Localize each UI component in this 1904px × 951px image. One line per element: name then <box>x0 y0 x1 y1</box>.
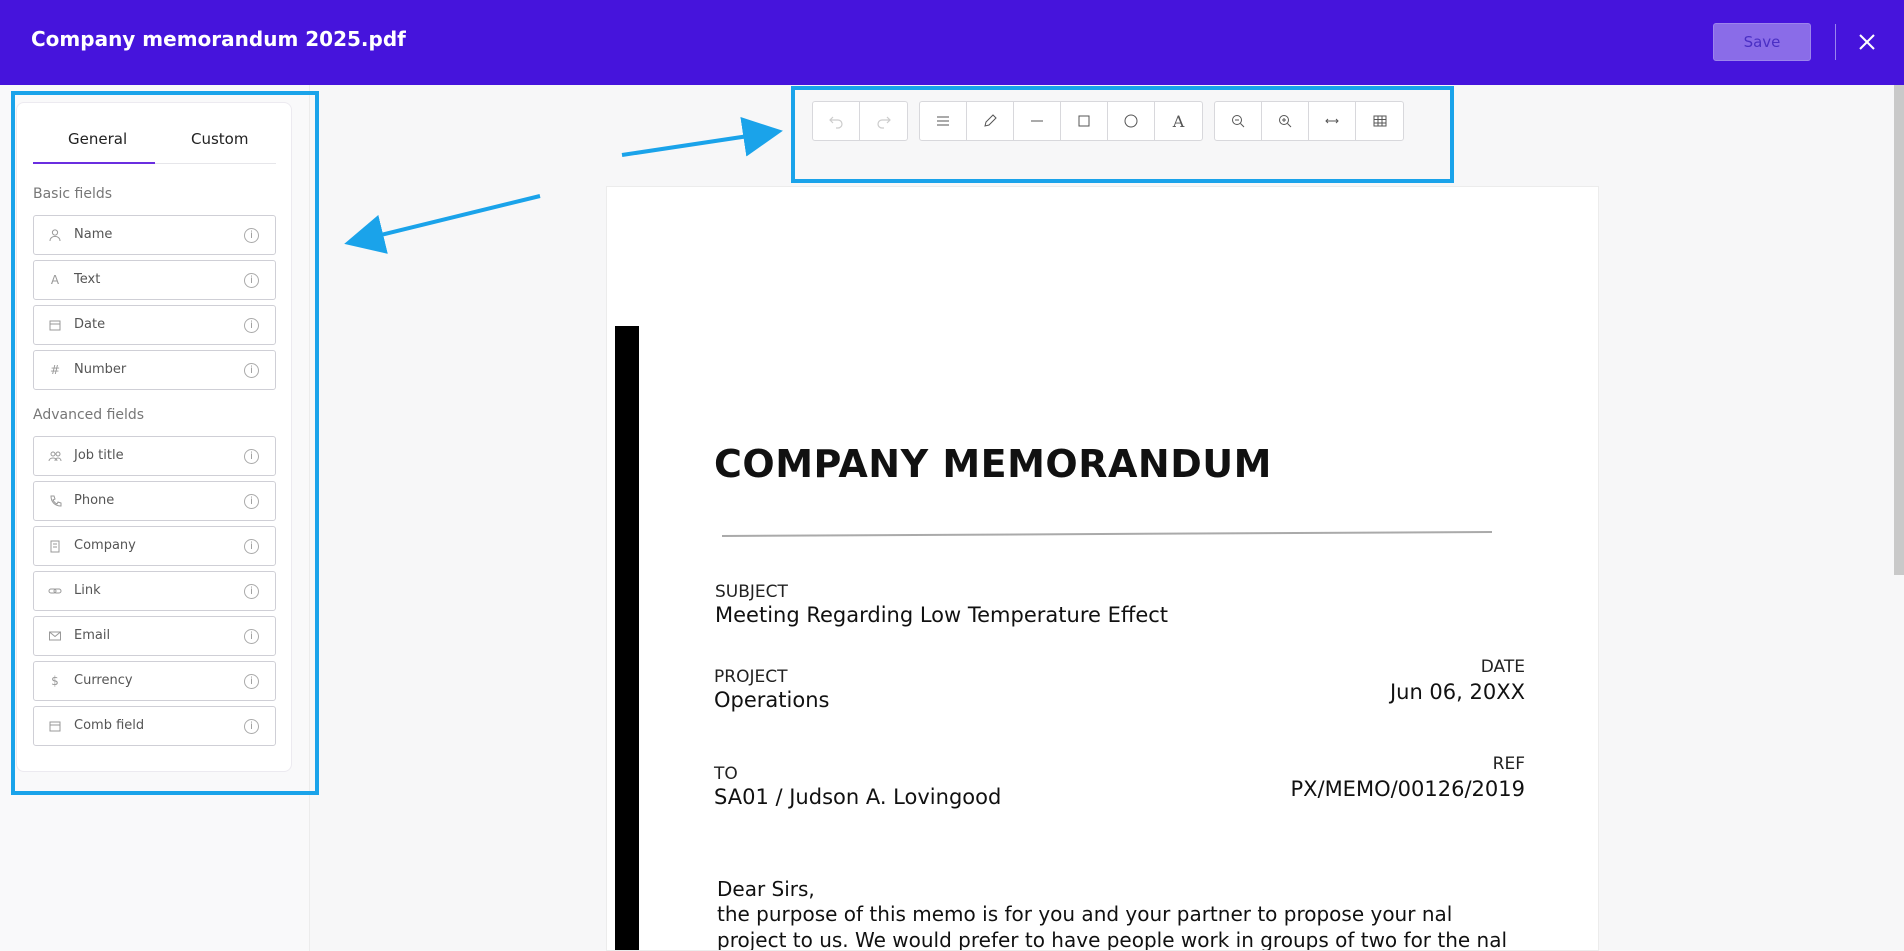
project-value: Operations <box>714 688 830 712</box>
to-value: SA01 / Judson A. Lovingood <box>714 785 1002 809</box>
ref-label: REF <box>1492 754 1525 774</box>
header-divider <box>1835 24 1836 60</box>
panel-highlight-box <box>11 91 319 795</box>
close-icon[interactable] <box>1854 29 1880 55</box>
pdf-page[interactable]: COMPANY MEMORANDUM SUBJECT Meeting Regar… <box>606 186 1599 951</box>
document-title: Company memorandum 2025.pdf <box>31 27 406 51</box>
app-header: Company memorandum 2025.pdf Save <box>0 0 1904 85</box>
date-value: Jun 06, 20XX <box>1389 680 1525 704</box>
toolbar-highlight-box <box>791 86 1454 183</box>
memo-heading: COMPANY MEMORANDUM <box>714 442 1272 486</box>
to-label: TO <box>714 764 738 784</box>
date-label: DATE <box>1480 657 1525 677</box>
subject-value: Meeting Regarding Low Temperature Effect <box>715 603 1169 627</box>
arrow-to-toolbar <box>621 116 783 157</box>
project-label: PROJECT <box>714 667 788 687</box>
heading-rule <box>722 530 1492 538</box>
subject-label: SUBJECT <box>715 582 788 602</box>
scan-margin-bar <box>615 326 639 950</box>
arrow-to-panel <box>344 194 541 254</box>
vertical-scrollbar[interactable] <box>1894 85 1904 575</box>
body-line-2: project to us. We would prefer to have p… <box>717 928 1508 951</box>
body-line-1: the purpose of this memo is for you and … <box>717 902 1453 926</box>
save-button[interactable]: Save <box>1713 23 1811 61</box>
greeting: Dear Sirs, <box>717 877 815 901</box>
ref-value: PX/MEMO/00126/2019 <box>1290 777 1525 801</box>
